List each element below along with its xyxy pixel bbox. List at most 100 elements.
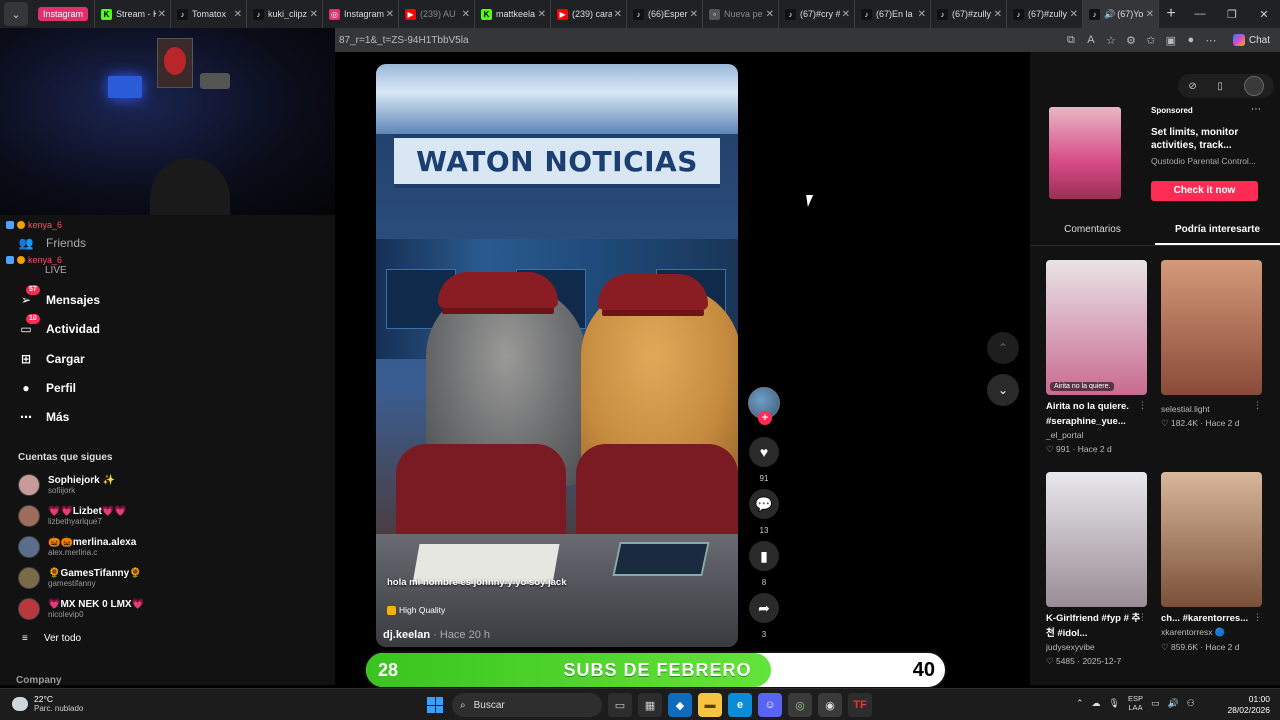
close-tab-icon[interactable]: ✕ (1070, 9, 1078, 20)
company-link[interactable]: Company (16, 675, 62, 686)
following-account[interactable]: 💗💗Lizbet💗💗 lizbethyarlque7 (18, 505, 127, 527)
video-thumbnail[interactable] (1161, 260, 1262, 395)
close-tab-icon[interactable]: ✕ (994, 9, 1002, 20)
nav-friends[interactable]: 👥 Friends (18, 235, 87, 251)
follow-plus-icon[interactable]: + (758, 411, 772, 425)
tab-recommended[interactable]: Podría interesarte (1155, 218, 1280, 245)
browser-tab[interactable]: ♪ (67)#zully ✕ (1007, 0, 1084, 28)
close-tab-icon[interactable]: ✕ (538, 9, 546, 20)
comment-button[interactable]: 💬 13 (747, 489, 781, 535)
see-all-link[interactable]: ≡ Ver todo (22, 633, 81, 644)
battery-icon[interactable]: ⚇ (1187, 698, 1195, 709)
minimize-icon[interactable]: — (1184, 8, 1216, 21)
recommended-video-card[interactable]: ⋮ K-Girlfriend #fyp # 추천 #idol... judysexy… (1046, 472, 1147, 667)
discord-icon[interactable]: ☺ (758, 693, 782, 717)
browser-tab[interactable]: ♪ (66)Esper ✕ (627, 0, 704, 28)
browser-tab[interactable]: Kmattkeela ✕ (475, 0, 552, 28)
url-field[interactable]: 87_r=1&_t=ZS-94H1TbbV5la (339, 35, 1061, 46)
creator-avatar-button[interactable]: + (747, 387, 781, 425)
tab-list-button[interactable]: ⌄ (4, 2, 28, 26)
copilot-chat-button[interactable]: Chat (1227, 34, 1276, 46)
close-tab-icon[interactable]: ✕ (462, 9, 470, 20)
new-tab-button[interactable]: + (1159, 5, 1183, 23)
edge-icon[interactable]: e (728, 693, 752, 717)
nav-live[interactable]: LIVE (45, 265, 67, 276)
close-tab-icon[interactable]: ✕ (614, 9, 622, 20)
following-account[interactable]: 💗MX NEK 0 LMX💗 nicolevip0 (18, 598, 144, 620)
open-in-app-icon[interactable]: ⧉ (1061, 34, 1081, 47)
more-icon[interactable]: ⋯ (1251, 104, 1261, 115)
copilot-app-icon[interactable]: ◆ (668, 693, 692, 717)
browser-tab[interactable]: ◎ Instagram ✕ (323, 0, 400, 28)
sponsored-ad[interactable]: Sponsored ⋯ Set limits, monitor activiti… (1046, 104, 1261, 204)
close-tab-icon[interactable]: ✕ (766, 9, 774, 20)
browser-tab[interactable]: ♪ Tomatox ✕ (171, 0, 248, 28)
nav-mensajes[interactable]: ➢ 57 Mensajes (18, 285, 100, 308)
video-author[interactable]: dj.keelan · Hace 20 h (383, 629, 490, 641)
following-account[interactable]: 🌻GamesTifanny🌻 gamestifanny (18, 567, 142, 589)
recommended-video-card[interactable]: ⋮ ch... #karentorres... xkarentorresx 🔵 ♡ 8… (1161, 472, 1262, 653)
video-player[interactable]: WATON NOTICIAS hola mi nombre es johnny … (376, 64, 738, 647)
network-icon[interactable]: ▭ (1151, 698, 1160, 709)
avatar[interactable] (1243, 76, 1264, 96)
favorite-star-icon[interactable]: ☆ (1101, 34, 1121, 47)
browser-tab[interactable]: ♪ 🔊 (67)Yo ✕ (1083, 0, 1160, 28)
following-account[interactable]: 🎃🎃merlina.alexa alex.merlina.c (18, 536, 136, 558)
weather-widget[interactable]: 22°C Parc. nublado (12, 694, 83, 714)
close-tab-icon[interactable]: ✕ (158, 9, 166, 20)
ad-thumbnail[interactable] (1049, 107, 1121, 199)
browser-tab[interactable]: ▶ (239) AU ✕ (399, 0, 476, 28)
previous-video-button[interactable]: ⌃ (987, 332, 1019, 364)
translate-icon[interactable]: A (1081, 34, 1101, 46)
compass-icon[interactable]: ⊘ (1188, 81, 1196, 92)
browser-tab[interactable]: ♪ kuki_clipz ✕ (247, 0, 324, 28)
close-tab-icon[interactable]: ✕ (842, 9, 850, 20)
browser-tab[interactable]: Instagram (32, 0, 96, 28)
video-thumbnail[interactable] (1161, 472, 1262, 607)
more-icon[interactable]: ⋮ (1138, 400, 1147, 411)
nav-actividad[interactable]: ▭ 10 Actividad (18, 314, 100, 337)
browser-tab[interactable]: ♪ (67)#zully ✕ (931, 0, 1008, 28)
clock[interactable]: 01:00 28/02/2026 (1222, 694, 1270, 716)
speaker-icon[interactable]: 🔊 (1104, 9, 1115, 20)
more-icon[interactable]: ⋮ (1253, 612, 1262, 623)
cloud-icon[interactable]: ☁ (1092, 698, 1101, 709)
browser-tab[interactable]: K Stream - K ✕ (95, 0, 172, 28)
close-tab-icon[interactable]: ✕ (918, 9, 926, 20)
nav-perfil[interactable]: ● Perfil (18, 380, 76, 396)
close-tab-icon[interactable]: ✕ (386, 9, 394, 20)
microphone-icon[interactable]: 🎙 (1109, 698, 1120, 709)
file-explorer-icon[interactable]: ▬ (698, 693, 722, 717)
next-video-button[interactable]: ⌄ (987, 374, 1019, 406)
profile-icon[interactable]: ● (1181, 34, 1201, 46)
recommended-video-card[interactable]: Airita no la quiere. ⋮ Airita no la quiere… (1046, 260, 1147, 455)
save-button[interactable]: ▮ 8 (747, 541, 781, 587)
store-icon[interactable]: ▦ (638, 693, 662, 717)
settings-more-icon[interactable]: ⋯ (1201, 34, 1221, 47)
ad-cta-button[interactable]: Check it now (1151, 181, 1258, 201)
close-tab-icon[interactable]: ✕ (310, 9, 318, 20)
close-window-icon[interactable]: ✕ (1248, 8, 1280, 21)
chevron-up-icon[interactable]: ⌃ (1076, 698, 1084, 709)
phone-icon[interactable]: ▯ (1217, 81, 1223, 92)
following-account[interactable]: Sophiejork ✨ sofiijork (18, 474, 115, 496)
share-button[interactable]: ➦ 3 (747, 593, 781, 639)
more-icon[interactable]: ⋮ (1253, 400, 1262, 411)
favorites-icon[interactable]: ✩ (1141, 34, 1161, 47)
collections-icon[interactable]: ▣ (1161, 34, 1181, 47)
app-icon[interactable]: ◎ (788, 693, 812, 717)
obs-icon[interactable]: ◉ (818, 693, 842, 717)
task-view-icon[interactable]: ▭ (608, 693, 632, 717)
close-tab-icon[interactable]: ✕ (690, 9, 698, 20)
video-thumbnail[interactable] (1046, 472, 1147, 607)
restore-icon[interactable]: ❐ (1216, 8, 1248, 21)
video-thumbnail[interactable]: Airita no la quiere. (1046, 260, 1147, 395)
tab-comments[interactable]: Comentarios (1030, 218, 1155, 245)
nav-más[interactable]: ⋯ Más (18, 409, 69, 425)
extensions-icon[interactable]: ⚙ (1121, 34, 1141, 47)
close-tab-icon[interactable]: ✕ (1146, 9, 1154, 20)
like-button[interactable]: ♥ 91 (747, 437, 781, 483)
browser-tab[interactable]: ♪ (67)En la ✕ (855, 0, 932, 28)
language-indicator[interactable]: ESP LAA (1128, 694, 1143, 712)
tiktok-live-studio-icon[interactable]: TF (848, 693, 872, 717)
